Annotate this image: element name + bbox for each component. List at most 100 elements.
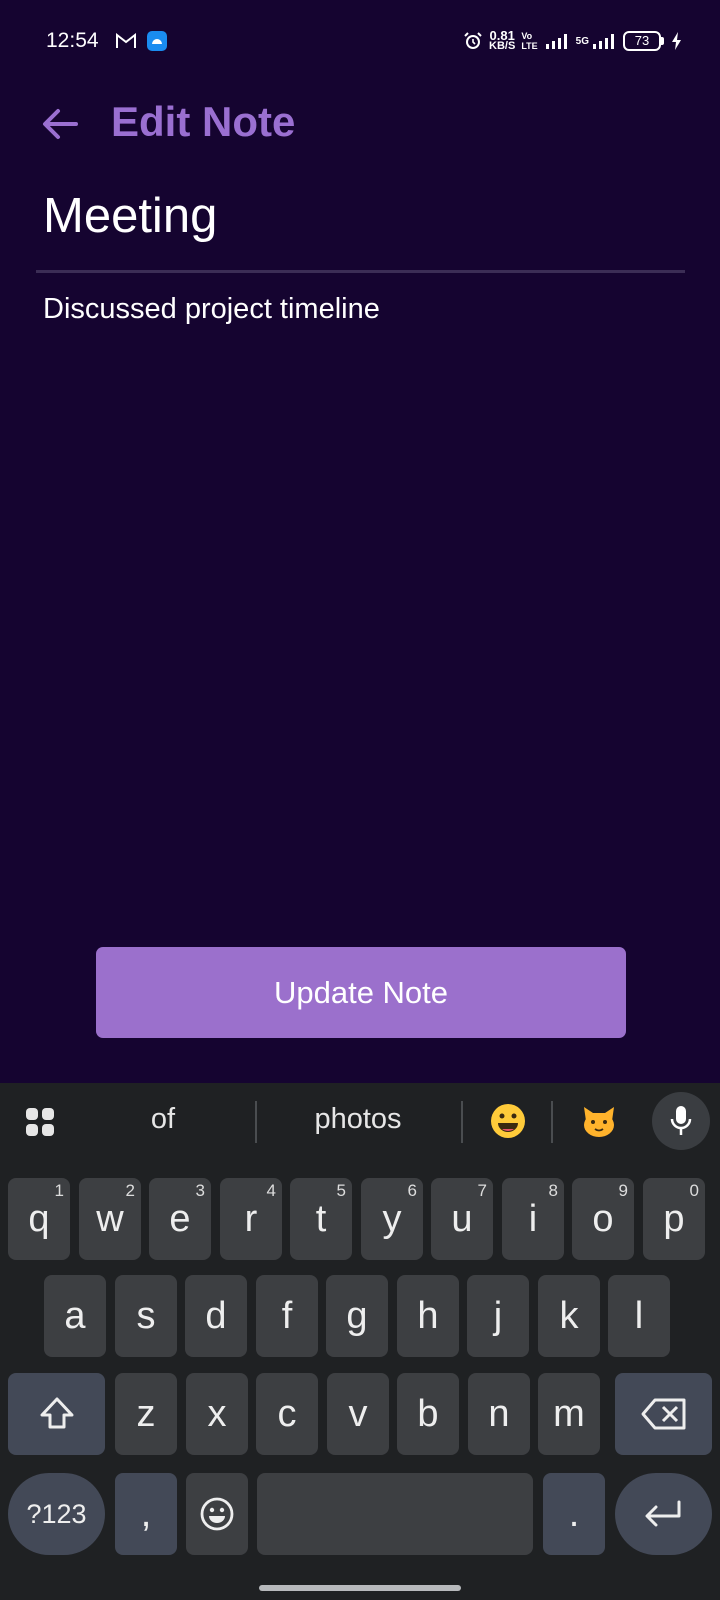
period-key[interactable]: . [543,1473,605,1555]
key-l[interactable]: l [608,1275,670,1357]
grinning-face-icon[interactable] [488,1101,528,1141]
key-hint: 2 [125,1181,135,1200]
charging-icon [672,32,681,50]
enter-key[interactable] [615,1473,712,1555]
key-label: q [28,1198,50,1240]
key-t[interactable]: t5 [290,1178,352,1260]
key-label: f [281,1295,293,1337]
key-n[interactable]: n [468,1373,530,1455]
shift-key[interactable] [8,1373,105,1455]
key-m[interactable]: m [538,1373,600,1455]
key-label: p [663,1198,685,1240]
key-label: r [244,1198,258,1240]
backspace-key[interactable] [615,1373,712,1455]
key-p[interactable]: p0 [643,1178,705,1260]
voice-input-button[interactable] [652,1092,710,1150]
key-f[interactable]: f [256,1275,318,1357]
key-u[interactable]: u7 [431,1178,493,1260]
status-time: 12:54 [46,29,99,52]
key-e[interactable]: e3 [149,1178,211,1260]
network-type: 5G [575,35,589,47]
key-hint: 9 [618,1181,628,1200]
key-z[interactable]: z [115,1373,177,1455]
battery-level: 73 [623,31,661,51]
page-title: Edit Note [111,98,296,145]
suggestion-separator [551,1101,553,1143]
key-g[interactable]: g [326,1275,388,1357]
key-label: m [553,1393,585,1435]
suggestion-2[interactable]: photos [290,1103,426,1136]
note-title-input[interactable]: Meeting [43,188,663,244]
key-w[interactable]: w2 [79,1178,141,1260]
key-label: l [634,1295,644,1337]
key-s[interactable]: s [115,1275,177,1357]
home-indicator[interactable] [259,1585,461,1591]
key-y[interactable]: y6 [361,1178,423,1260]
key-d[interactable]: d [185,1275,247,1357]
note-body-input[interactable]: Discussed project timeline [43,293,663,326]
key-label: v [348,1393,368,1435]
volte-indicator: Vo LTE [521,31,538,51]
key-hint: 6 [407,1181,417,1200]
net-speed: 0.81 KB/S [489,28,516,52]
key-c[interactable]: c [256,1373,318,1455]
signal-icon [545,34,567,49]
key-a[interactable]: a [44,1275,106,1357]
suggestion-bar: of photos [0,1083,720,1159]
key-label: w [96,1198,124,1240]
suggestion-separator [461,1101,463,1143]
key-label: s [136,1295,156,1337]
cat-face-icon[interactable] [579,1101,619,1141]
key-b[interactable]: b [397,1373,459,1455]
key-o[interactable]: o9 [572,1178,634,1260]
arrow-left-icon[interactable] [40,104,80,144]
key-label: z [136,1393,156,1435]
key-label: t [315,1198,327,1240]
key-label: o [592,1198,614,1240]
key-label: x [207,1393,227,1435]
comma-key[interactable]: , [115,1473,177,1555]
key-hint: 8 [548,1181,558,1200]
key-label: a [64,1295,86,1337]
keyboard-apps-icon[interactable] [24,1106,56,1138]
title-divider [36,270,685,273]
key-label: c [277,1393,297,1435]
keyboard: of photos ?123 , . q 1 w 2 e 3 r 4 t 5 y… [0,1083,720,1600]
key-hint: 7 [477,1181,487,1200]
key-hint: 4 [266,1181,276,1200]
key-label: b [417,1393,439,1435]
android-icon [147,31,167,51]
symbols-key[interactable]: ?123 [8,1473,105,1555]
gmail-icon [116,33,136,48]
key-label: e [169,1198,191,1240]
key-hint: 1 [54,1181,64,1200]
emoji-icon [200,1497,234,1531]
key-label: y [382,1198,402,1240]
status-icons: 0.81 KB/S Vo LTE 5G 73 [463,28,684,54]
key-label: k [559,1295,579,1337]
update-note-button[interactable]: Update Note [96,947,626,1038]
key-label: i [528,1198,538,1240]
suggestion-1[interactable]: of [110,1103,216,1136]
key-j[interactable]: j [467,1275,529,1357]
key-r[interactable]: r4 [220,1178,282,1260]
key-v[interactable]: v [327,1373,389,1455]
status-bar: 12:54 0.81 KB/S Vo LTE 5G 73 [0,0,720,84]
key-h[interactable]: h [397,1275,459,1357]
emoji-key[interactable] [186,1473,248,1555]
key-hint: 5 [336,1181,346,1200]
key-q[interactable]: q1 [8,1178,70,1260]
space-key[interactable] [257,1473,533,1555]
battery-icon: 73 [623,31,664,51]
signal-icon-2 [593,34,614,49]
shift-icon [40,1397,74,1429]
alarm-icon [464,32,482,49]
key-i[interactable]: i8 [502,1178,564,1260]
enter-icon [645,1500,681,1527]
key-label: d [205,1295,227,1337]
key-hint: 0 [689,1181,699,1200]
key-k[interactable]: k [538,1275,600,1357]
key-x[interactable]: x [186,1373,248,1455]
key-hint: 3 [195,1181,205,1200]
key-label: u [451,1198,473,1240]
